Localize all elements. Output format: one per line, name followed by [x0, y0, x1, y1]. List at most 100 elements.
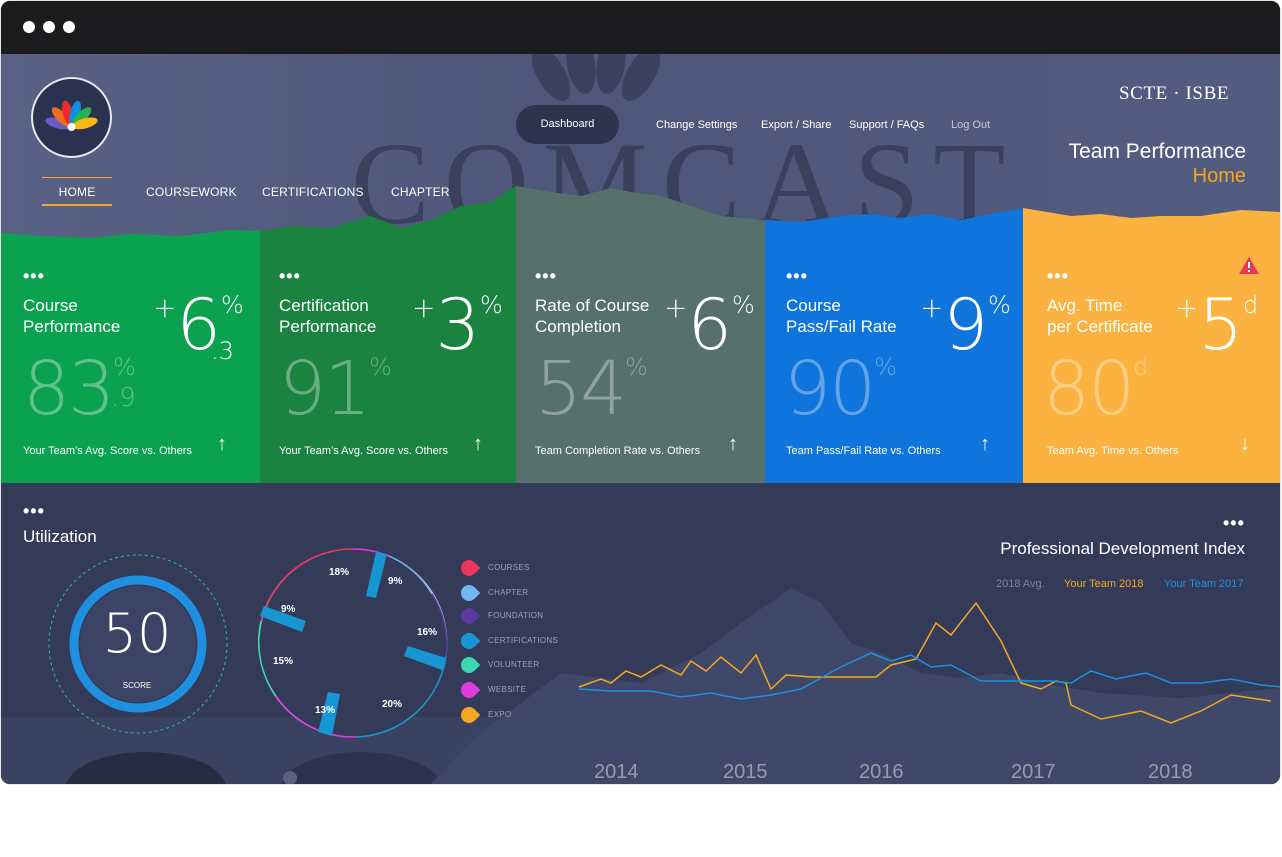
change-settings-link[interactable]: Change Settings	[656, 119, 737, 131]
pie-label-website: 15%	[273, 656, 294, 667]
window-minimize-button[interactable]	[43, 21, 55, 33]
value-unit: %	[625, 353, 648, 381]
dashboard-button[interactable]: Dashboard	[516, 105, 619, 144]
more-options-icon[interactable]: •••	[786, 267, 808, 285]
card-course-completion[interactable]: ••• Rate of Course Completion +6% 54% Te…	[516, 231, 765, 483]
pdi-year-2017: 2017	[1011, 761, 1056, 783]
value-number: 91	[279, 346, 371, 432]
value-number: 80	[1043, 346, 1135, 432]
card-delta: +5d	[1175, 285, 1258, 365]
card-footer: Team Completion Rate vs. Others	[535, 445, 701, 457]
pdi-legend-team-2018[interactable]: Your Team 2018	[1064, 578, 1144, 590]
card-footer: Team Pass/Fail Rate vs. Others	[786, 445, 941, 457]
delta-sign: +	[153, 291, 177, 324]
value-number: 83	[23, 346, 115, 432]
export-share-link[interactable]: Export / Share	[761, 119, 831, 131]
legend-courses[interactable]: COURSES	[488, 563, 530, 572]
delta-unit: %	[988, 291, 1011, 319]
trend-up-icon: ↑	[980, 433, 990, 455]
card-title: Course Performance	[23, 296, 121, 336]
card-delta: +9%	[920, 285, 1011, 365]
pie-label-certifications: 20%	[382, 699, 403, 710]
trend-down-icon: ↓	[1240, 433, 1250, 455]
utilization-pie	[257, 548, 448, 738]
value-decimal: .9	[111, 383, 136, 413]
window-maximize-button[interactable]	[63, 21, 75, 33]
value-unit: d	[1133, 353, 1149, 381]
pdi-title: Professional Development Index	[1000, 539, 1245, 558]
pdi-year-2015: 2015	[723, 761, 768, 783]
value-number: 54	[535, 346, 627, 432]
delta-unit: %	[732, 291, 755, 319]
trend-up-icon: ↑	[473, 433, 483, 455]
delta-sign: +	[664, 291, 688, 324]
pdi-line-chart	[578, 601, 1280, 724]
trend-up-icon: ↑	[217, 433, 227, 455]
pdi-year-2018: 2018	[1148, 761, 1193, 783]
legend-foundation[interactable]: FOUNDATION	[488, 611, 543, 620]
delta-unit: %	[480, 291, 503, 319]
score-value: 50	[102, 602, 172, 665]
pie-label-expo: 9%	[281, 604, 296, 615]
pdi-year-2014: 2014	[594, 761, 639, 783]
score-label: SCORE	[122, 681, 152, 690]
logout-link[interactable]: Log Out	[951, 119, 990, 131]
card-footer: Your Team’s Avg. Score vs. Others	[23, 445, 192, 457]
delta-decimal: .3	[211, 337, 234, 365]
card-course-performance[interactable]: ••• Course Performance +6% .3 83% .9 Your …	[1, 231, 260, 483]
card-avg-time[interactable]: ••• Avg. Time per Certificate +5d 80d Te…	[1023, 231, 1280, 483]
card-delta: +6%	[664, 285, 755, 365]
delta-unit: %	[221, 291, 244, 319]
card-footer: Your Team’s Avg. Score vs. Others	[279, 445, 448, 457]
value-number: 90	[784, 346, 876, 432]
trend-up-icon: ↑	[728, 433, 738, 455]
utilization-more-icon[interactable]: •••	[23, 502, 45, 520]
card-delta: +6% .3	[153, 285, 244, 365]
more-options-icon[interactable]: •••	[23, 267, 45, 285]
card-title: Course Pass/Fail Rate	[786, 296, 897, 336]
pdi-series-team-2017	[578, 652, 1280, 700]
pdi-year-2016: 2016	[859, 761, 904, 783]
legend-certifications[interactable]: CERTIFICATIONS	[488, 636, 558, 645]
more-options-icon[interactable]: •••	[535, 267, 557, 285]
value-unit: %	[369, 353, 392, 381]
app-window: COMCAST HOME COURSEWORK CERTIFICATIONS C…	[1, 1, 1280, 784]
card-value: 90%	[784, 349, 897, 429]
card-value: 91%	[279, 349, 392, 429]
delta-sign: +	[920, 291, 944, 324]
card-delta: +3%	[412, 285, 503, 365]
legend-volunteer[interactable]: VOLUNTEER	[488, 660, 540, 669]
brand-logo: SCTE · ISBE	[1119, 83, 1230, 104]
card-footer: Team Avg. Time vs. Others	[1047, 445, 1179, 457]
card-certification-performance[interactable]: ••• Certification Performance +3% 91% Yo…	[260, 231, 516, 483]
window-titlebar	[1, 1, 1280, 54]
delta-value: 3	[435, 284, 481, 366]
pdi-legend-team-2017[interactable]: Your Team 2017	[1164, 578, 1244, 590]
card-pass-fail-rate[interactable]: ••• Course Pass/Fail Rate +9% 90% Team P…	[765, 231, 1023, 483]
pie-label-chapter: 9%	[388, 576, 403, 587]
more-options-icon[interactable]: •••	[1047, 267, 1069, 285]
delta-unit: d	[1243, 291, 1259, 319]
card-title: Avg. Time per Certificate	[1047, 296, 1153, 336]
value-unit: %	[874, 353, 897, 381]
card-value: 80d	[1043, 349, 1148, 429]
card-title: Certification Performance	[279, 296, 377, 336]
pdi-more-icon[interactable]: •••	[1223, 514, 1245, 532]
card-title: Rate of Course Completion	[535, 296, 650, 336]
delta-sign: +	[412, 291, 436, 324]
warning-icon[interactable]	[1239, 257, 1259, 274]
delta-sign: +	[1175, 291, 1199, 324]
more-options-icon[interactable]: •••	[279, 267, 301, 285]
delta-value: 6	[687, 284, 733, 366]
peacock-logo-icon[interactable]	[31, 77, 112, 158]
legend-expo[interactable]: EXPO	[488, 710, 511, 719]
legend-chapter[interactable]: CHAPTER	[488, 588, 528, 597]
value-unit: %	[113, 353, 136, 381]
page-title: Team Performance	[1068, 140, 1246, 163]
pie-label-courses: 18%	[329, 567, 350, 578]
window-close-button[interactable]	[23, 21, 35, 33]
legend-website[interactable]: WEBSITE	[488, 685, 526, 694]
support-faqs-link[interactable]: Support / FAQs	[849, 119, 924, 131]
pie-label-volunteer: 13%	[315, 705, 336, 716]
pdi-legend-avg[interactable]: 2018 Avg.	[996, 578, 1045, 590]
